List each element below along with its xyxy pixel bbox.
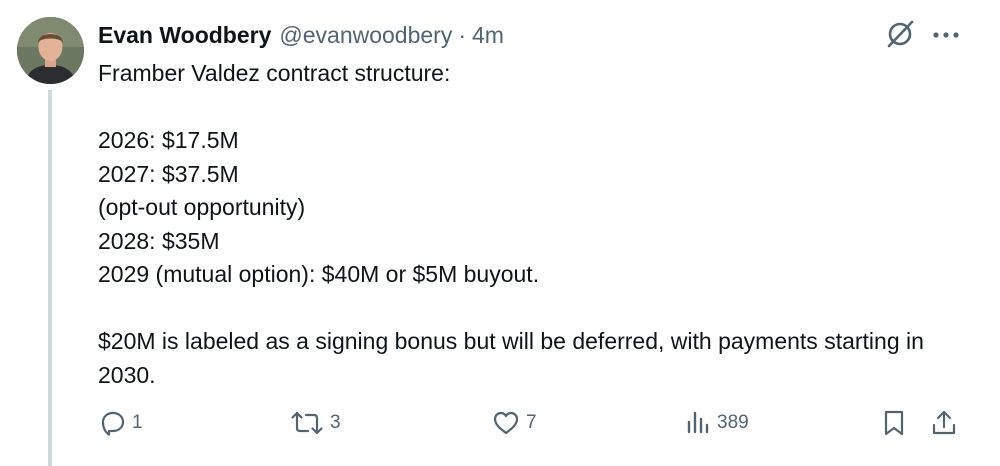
- grok-icon[interactable]: [884, 18, 916, 50]
- repost-icon: [290, 410, 324, 436]
- tweet-line: 2026: $17.5M: [98, 127, 239, 153]
- tweet-line: 2029 (mutual option): $40M or $5M buyout…: [98, 261, 540, 287]
- like-count: 7: [526, 412, 537, 433]
- repost-button[interactable]: 3: [290, 405, 341, 441]
- views-count: 389: [717, 412, 749, 433]
- timestamp[interactable]: 4m: [472, 22, 504, 49]
- tweet-body: Framber Valdez contract structure: 2026:…: [98, 57, 978, 392]
- separator-dot: ·: [458, 21, 467, 48]
- tweet[interactable]: Evan Woodbery @evanwoodbery · 4m Framber…: [0, 0, 1000, 466]
- tweet-line: Framber Valdez contract structure:: [98, 60, 451, 86]
- share-icon: [930, 409, 958, 437]
- views-icon: [685, 410, 711, 436]
- tweet-line: (opt-out opportunity): [98, 194, 306, 220]
- tweet-line: 2027: $37.5M: [98, 160, 239, 187]
- views-button[interactable]: 389: [685, 405, 749, 441]
- reply-icon: [100, 410, 126, 436]
- reply-count: 1: [132, 412, 143, 433]
- like-icon: [492, 410, 520, 436]
- avatar[interactable]: [17, 17, 84, 84]
- tweet-line: $20M is labeled as a signing bonus but w…: [98, 328, 924, 388]
- bookmark-icon: [882, 409, 906, 437]
- share-button[interactable]: [930, 405, 958, 441]
- tweet-line: 2028: $35M: [98, 227, 220, 254]
- bookmark-button[interactable]: [882, 405, 906, 441]
- repost-count: 3: [330, 412, 341, 433]
- action-bar: 1 3 7 389: [0, 405, 1000, 441]
- tweet-header: Evan Woodbery @evanwoodbery · 4m: [98, 20, 504, 50]
- handle[interactable]: @evanwoodbery: [279, 22, 452, 49]
- more-icon[interactable]: [930, 28, 962, 40]
- reply-button[interactable]: 1: [100, 405, 143, 441]
- like-button[interactable]: 7: [492, 405, 537, 441]
- display-name[interactable]: Evan Woodbery: [98, 22, 271, 49]
